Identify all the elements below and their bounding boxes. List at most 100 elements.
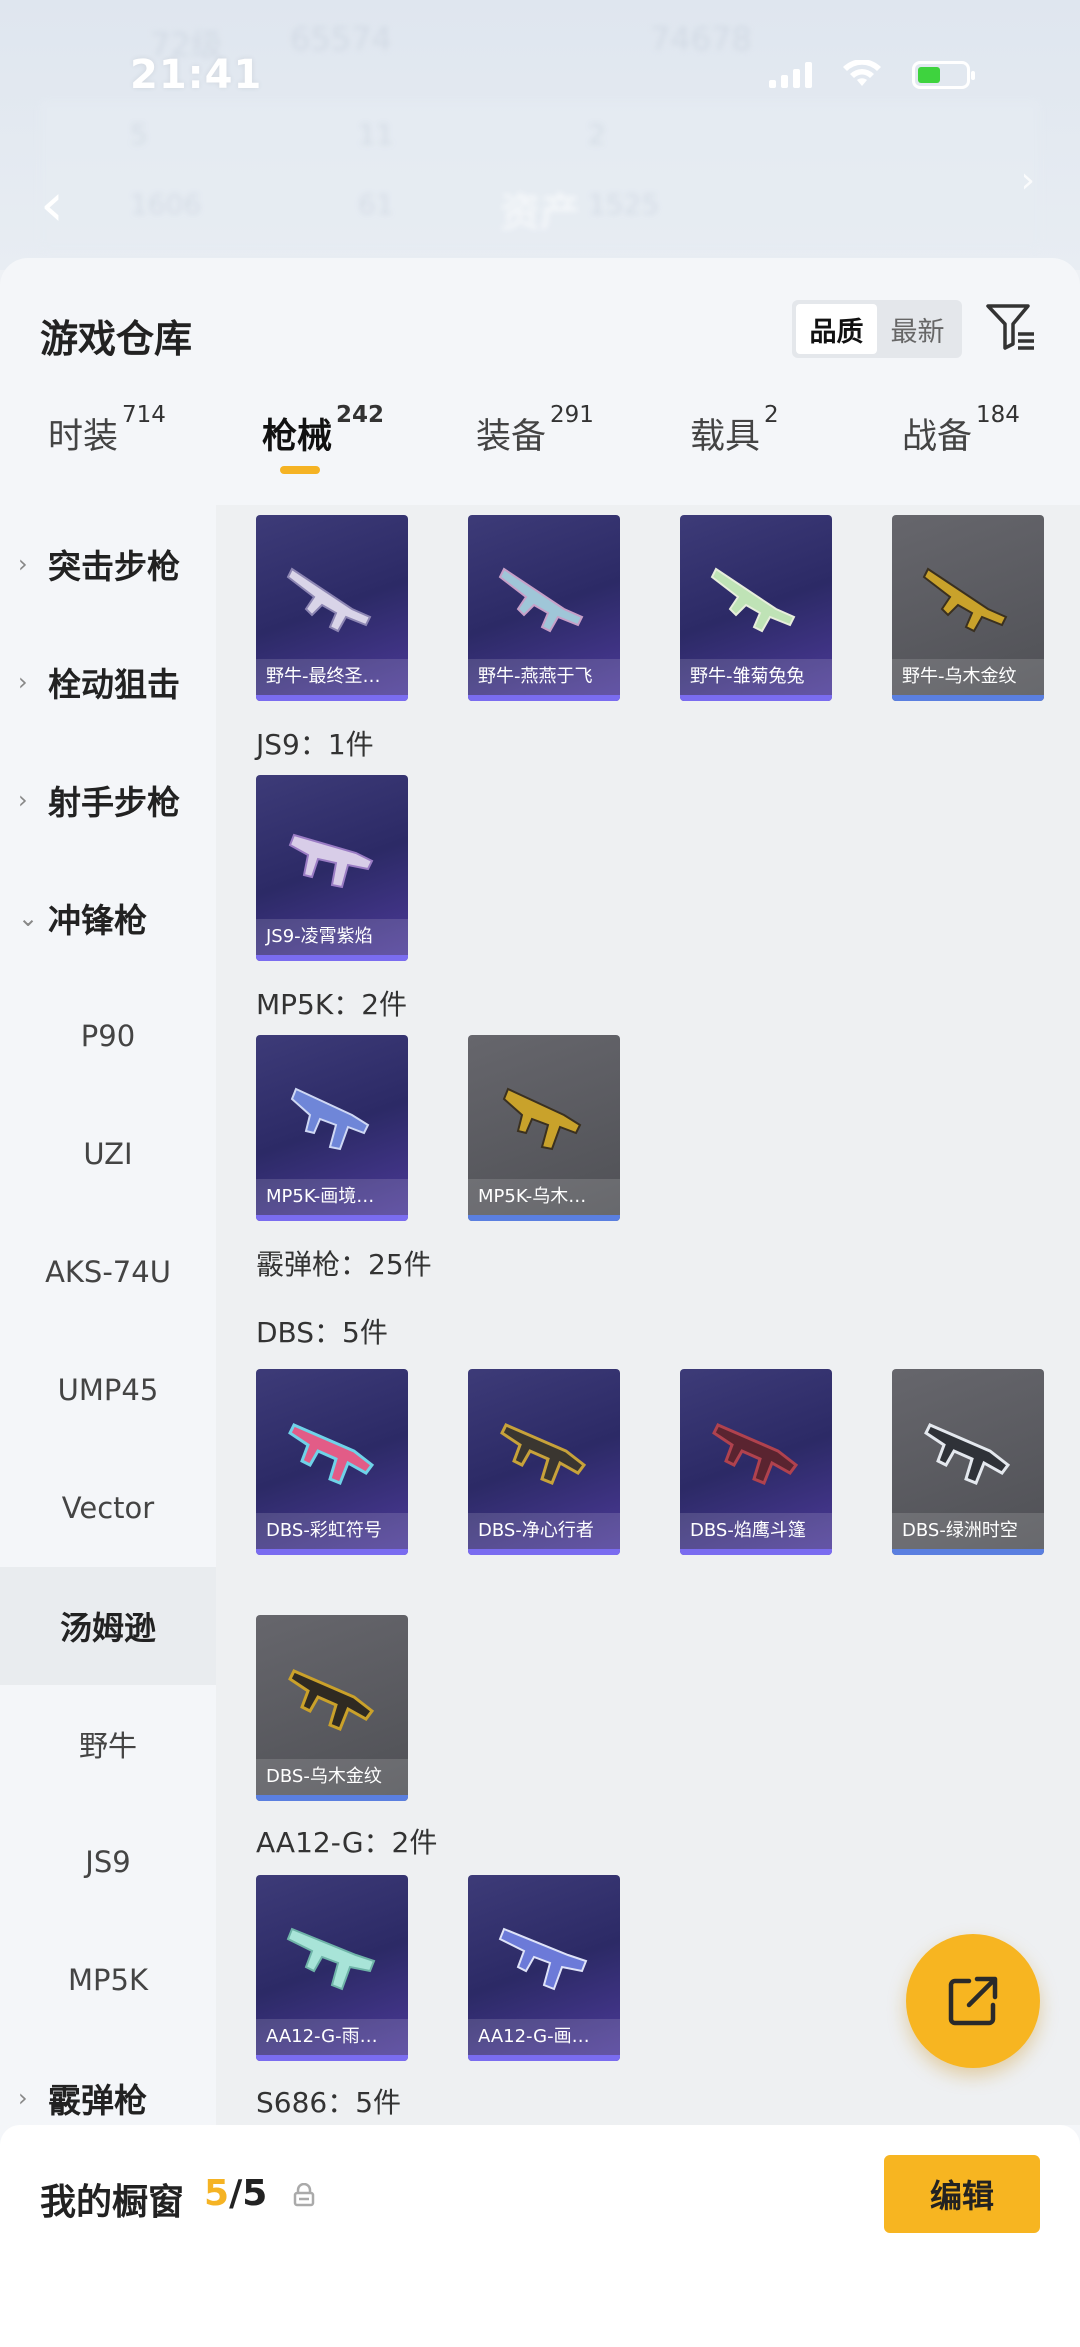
- weapon-skin-card[interactable]: AA12-G-画…: [468, 1875, 620, 2061]
- sidebar-item-aks74u[interactable]: AKS-74U: [0, 1213, 216, 1331]
- sidebar-item-thompson[interactable]: 汤姆逊: [0, 1567, 216, 1685]
- asset-label: 资产: [500, 190, 580, 236]
- status-icons: [769, 60, 975, 90]
- sidebar-item-marksman-rifle[interactable]: › 射手步枪: [0, 741, 216, 859]
- chevron-right-icon: ›: [18, 550, 28, 578]
- chevron-right-icon: ›: [1020, 160, 1035, 201]
- weapon-skin-card[interactable]: 野牛-乌木金纹: [892, 515, 1044, 701]
- rarity-bar: [468, 695, 620, 701]
- weapon-skin-grid: 野牛-最终圣… 野牛-燕燕于飞 野牛-雏菊兔兔 野牛-乌木金纹 JS9：1件 J…: [216, 505, 1080, 2125]
- tab-fashion[interactable]: 时装714: [48, 402, 166, 459]
- group-label-shotgun: 霰弹枪：25件: [256, 1248, 432, 1281]
- chevron-down-icon: ⌄: [18, 904, 39, 932]
- tab-firearms-count: 242: [336, 402, 385, 428]
- wifi-icon: [843, 60, 881, 86]
- tab-firearms[interactable]: 枪械242: [262, 402, 384, 474]
- weapon-skin-name: MP5K-乌木…: [468, 1179, 620, 1215]
- sidebar-item-bolt-sniper[interactable]: › 栓动狙击: [0, 623, 216, 741]
- sidebar-item-bizon[interactable]: 野牛: [0, 1685, 216, 1803]
- sidebar-item-assault-rifle[interactable]: › 突击步枪: [0, 505, 216, 623]
- gun-icon: [288, 1669, 375, 1731]
- weapon-skin-name: 野牛-燕燕于飞: [468, 659, 620, 695]
- sidebar-item-vector[interactable]: Vector: [0, 1449, 216, 1567]
- group-label-js9: JS9：1件: [256, 728, 374, 761]
- showcase-count: 5/5: [204, 2173, 267, 2214]
- tab-vehicles[interactable]: 载具2: [690, 402, 779, 459]
- stat-5: 61: [358, 188, 394, 221]
- gun-icon: [290, 1087, 370, 1151]
- weapon-skin-card[interactable]: DBS-焰鹰斗篷: [680, 1369, 832, 1555]
- rarity-bar: [256, 1549, 408, 1555]
- weapon-skin-name: DBS-净心行者: [468, 1513, 620, 1549]
- showcase-count-total: 5: [242, 2173, 268, 2214]
- sidebar-item-ump45[interactable]: UMP45: [0, 1331, 216, 1449]
- weapon-skin-name: DBS-绿洲时空: [892, 1513, 1044, 1549]
- tab-equipment[interactable]: 装备291: [476, 402, 594, 459]
- showcase-bar: 我的橱窗 5/5 编辑: [0, 2125, 1080, 2347]
- tab-supplies[interactable]: 战备184: [902, 402, 1020, 459]
- chevron-right-icon: ›: [18, 2084, 28, 2112]
- weapon-skin-name: 野牛-乌木金纹: [892, 659, 1044, 695]
- sort-newest-button[interactable]: 最新: [877, 304, 958, 354]
- stat-1: 5: [130, 118, 148, 151]
- battery-icon: [912, 61, 975, 89]
- rarity-bar: [256, 2055, 408, 2061]
- sidebar-item-label: 冲锋枪: [48, 901, 147, 940]
- sidebar-item-js9[interactable]: JS9: [0, 1803, 216, 1921]
- weapon-skin-card[interactable]: MP5K-乌木…: [468, 1035, 620, 1221]
- category-tabs: 时装714 枪械242 装备291 载具2 战备184: [0, 402, 1080, 498]
- background-header: 72级 65574 74678 5 11 2 1606 61 1525 21:4…: [0, 0, 1080, 270]
- weapon-skin-card[interactable]: DBS-净心行者: [468, 1369, 620, 1555]
- share-button[interactable]: [906, 1934, 1040, 2068]
- weapon-skin-name: DBS-乌木金纹: [256, 1759, 408, 1795]
- rarity-bar: [468, 1549, 620, 1555]
- group-label-mp5k: MP5K：2件: [256, 988, 408, 1021]
- showcase-count-separator: /: [229, 2173, 243, 2214]
- edit-button[interactable]: 编辑: [884, 2155, 1040, 2233]
- back-chevron-icon[interactable]: ‹: [40, 175, 64, 235]
- weapon-skin-card[interactable]: DBS-绿洲时空: [892, 1369, 1044, 1555]
- tab-firearms-label: 枪械: [262, 417, 333, 457]
- gun-icon: [924, 1423, 1011, 1485]
- tab-supplies-label: 战备: [902, 417, 973, 457]
- weapon-skin-card[interactable]: DBS-乌木金纹: [256, 1615, 408, 1801]
- stat-4: 1606: [130, 188, 202, 221]
- weapon-category-sidebar: › 突击步枪 › 栓动狙击 › 射手步枪 ⌄ 冲锋枪 P90 UZI AKS-7…: [0, 505, 216, 2125]
- weapon-skin-name: 野牛-雏菊兔兔: [680, 659, 832, 695]
- weapon-skin-card[interactable]: DBS-彩虹符号: [256, 1369, 408, 1555]
- showcase-title: 我的橱窗: [40, 2182, 185, 2223]
- weapon-skin-card[interactable]: JS9-凌霄紫焰: [256, 775, 408, 961]
- lock-icon: [293, 2183, 315, 2207]
- gun-icon: [288, 833, 374, 889]
- rarity-bar: [256, 955, 408, 961]
- weapon-skin-name: AA12-G-雨…: [256, 2019, 408, 2055]
- signal-icon: [769, 62, 812, 88]
- gun-icon: [922, 567, 1008, 633]
- sidebar-item-smg[interactable]: ⌄ 冲锋枪: [0, 859, 216, 977]
- filter-icon[interactable]: [984, 300, 1038, 354]
- rarity-bar: [892, 1549, 1044, 1555]
- tab-fashion-label: 时装: [48, 417, 119, 457]
- stat-2: 11: [358, 118, 394, 151]
- gun-icon: [498, 567, 584, 633]
- weapon-skin-card[interactable]: 野牛-最终圣…: [256, 515, 408, 701]
- rarity-bar: [468, 1215, 620, 1221]
- gun-icon: [500, 1423, 587, 1485]
- weapon-skin-card[interactable]: 野牛-燕燕于飞: [468, 515, 620, 701]
- weapon-skin-card[interactable]: 野牛-雏菊兔兔: [680, 515, 832, 701]
- tab-equipment-label: 装备: [476, 417, 547, 457]
- weapon-skin-name: DBS-焰鹰斗篷: [680, 1513, 832, 1549]
- sidebar-item-label: 栓动狙击: [48, 665, 180, 704]
- sidebar-item-uzi[interactable]: UZI: [0, 1095, 216, 1213]
- score-1: 65574: [290, 20, 392, 58]
- weapon-skin-name: MP5K-画境…: [256, 1179, 408, 1215]
- sort-quality-button[interactable]: 品质: [796, 304, 877, 354]
- weapon-skin-card[interactable]: MP5K-画境…: [256, 1035, 408, 1221]
- sidebar-item-mp5k[interactable]: MP5K: [0, 1921, 216, 2039]
- tab-vehicles-count: 2: [764, 402, 779, 428]
- sidebar-item-p90[interactable]: P90: [0, 977, 216, 1095]
- sidebar-item-label: 突击步枪: [48, 547, 180, 586]
- gun-icon: [288, 1423, 375, 1485]
- gun-icon: [710, 567, 796, 633]
- weapon-skin-card[interactable]: AA12-G-雨…: [256, 1875, 408, 2061]
